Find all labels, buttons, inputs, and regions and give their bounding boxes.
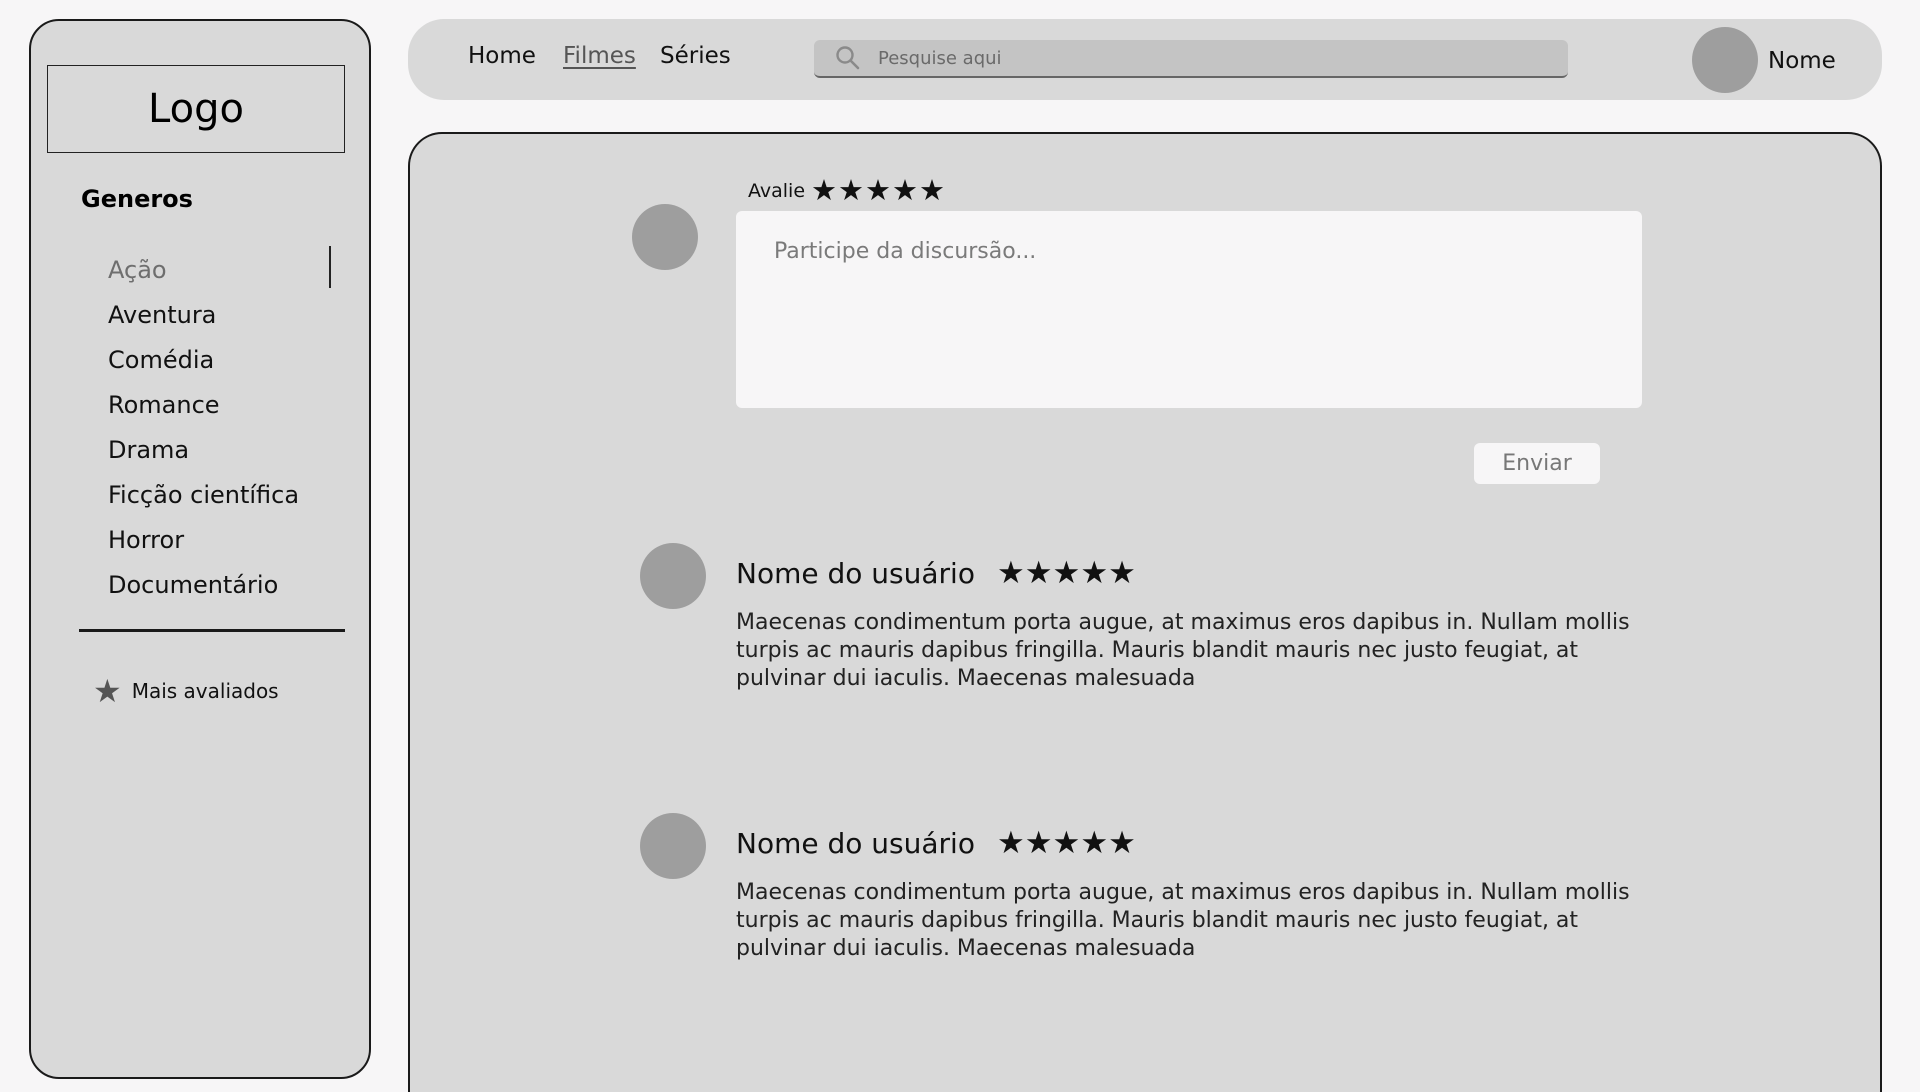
genre-item-aventura[interactable]: Aventura [108, 293, 348, 338]
user-avatar[interactable] [1692, 27, 1758, 93]
genres-title: Generos [81, 185, 193, 213]
genre-item-horror[interactable]: Horror [108, 518, 348, 563]
comment-avatar [640, 543, 706, 609]
active-genre-indicator [329, 246, 331, 288]
comment-rating-text: ★★★★★ [996, 825, 1136, 861]
comment-rating-stars-icon: ★★★★★ [997, 558, 1137, 589]
comment-rating-stars-icon: ★★★★★ [997, 828, 1137, 859]
sidebar-divider [79, 629, 345, 632]
genre-list: Ação Aventura Comédia Romance Drama Ficç… [108, 248, 348, 608]
comment-textarea[interactable] [736, 211, 1642, 408]
discussion-panel: Avalie ★ ★ ★ ★ ★ Enviar Nome do usuário … [408, 132, 1882, 1092]
genre-item-ficcao-cientifica[interactable]: Ficção científica [108, 473, 348, 518]
top-bar: Home Filmes Séries Nome [408, 19, 1882, 100]
nav-home[interactable]: Home [468, 43, 536, 69]
rating-stars[interactable]: ★ ★ ★ ★ ★ [811, 176, 946, 205]
top-rated-label: Mais avaliados [131, 679, 279, 703]
top-rated-link[interactable]: ★ Mais avaliados [93, 675, 279, 707]
rating-star-2-icon[interactable]: ★ [838, 176, 864, 205]
rating-star-1-icon[interactable]: ★ [811, 176, 837, 205]
rating-star-4-icon[interactable]: ★ [892, 176, 918, 205]
sidebar: Logo Generos Ação Aventura Comédia Roman… [29, 19, 371, 1079]
search-bar[interactable] [814, 40, 1568, 78]
nav-filmes[interactable]: Filmes [563, 43, 636, 69]
rating-star-5-icon[interactable]: ★ [919, 176, 945, 205]
rating-star-3-icon[interactable]: ★ [865, 176, 891, 205]
nav-series[interactable]: Séries [660, 43, 731, 69]
send-button[interactable]: Enviar [1474, 443, 1600, 484]
genre-item-drama[interactable]: Drama [108, 428, 348, 473]
genre-item-comedia[interactable]: Comédia [108, 338, 348, 383]
comment-text: Maecenas condimentum porta augue, at max… [736, 880, 1630, 961]
logo[interactable]: Logo [47, 65, 345, 153]
genre-item-documentario[interactable]: Documentário [108, 563, 348, 608]
rate-label: Avalie [748, 179, 806, 202]
comment-user-name: Nome do usuário [736, 557, 975, 590]
rating-row: Avalie ★ ★ ★ ★ ★ [748, 176, 946, 205]
composer-avatar [632, 204, 698, 270]
search-input[interactable] [876, 46, 1568, 70]
comment-rating-text: ★★★★★ [996, 555, 1136, 591]
user-name[interactable]: Nome [1768, 48, 1836, 74]
comment-avatar [640, 813, 706, 879]
comment-header: Nome do usuário ★★★★★ [736, 827, 1137, 860]
star-icon: ★ [93, 672, 122, 710]
comment-text: Maecenas condimentum porta augue, at max… [736, 610, 1630, 691]
genre-item-acao[interactable]: Ação [108, 248, 348, 293]
comment-user-name: Nome do usuário [736, 827, 975, 860]
genre-item-romance[interactable]: Romance [108, 383, 348, 428]
search-icon [836, 46, 860, 70]
comment-header: Nome do usuário ★★★★★ [736, 557, 1137, 590]
